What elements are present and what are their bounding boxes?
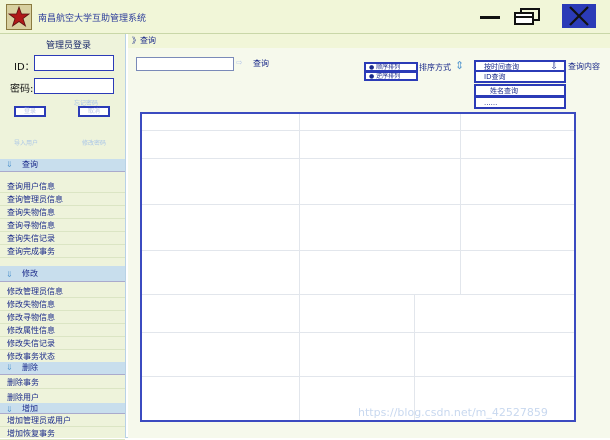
- sidebar-item-modify-lost[interactable]: 修改失物信息: [0, 298, 125, 311]
- sidebar-item-query-admins[interactable]: 查询管理员信息: [0, 193, 125, 206]
- table-grid-line: [142, 158, 574, 159]
- section-modify[interactable]: ⇓ 修改: [0, 266, 125, 282]
- title-bar: 南昌航空大学互助管理系统: [0, 0, 610, 34]
- table-grid-line: [142, 294, 574, 295]
- section-add[interactable]: ⇓ 增加: [0, 403, 125, 414]
- sidebar-item-query-users[interactable]: 查询用户信息: [0, 180, 125, 193]
- section-add-label: 增加: [22, 404, 38, 413]
- table-grid-line: [414, 294, 415, 420]
- sidebar-item-query-seek[interactable]: 查询寻物信息: [0, 219, 125, 232]
- password-label: 密码:: [10, 84, 34, 95]
- search-link[interactable]: 查询: [253, 58, 269, 69]
- window-title: 南昌航空大学互助管理系统: [38, 14, 147, 24]
- id-input[interactable]: [34, 55, 114, 71]
- sidebar-item-query-lost[interactable]: 查询失物信息: [0, 206, 125, 219]
- login-button[interactable]: 登录: [14, 106, 46, 117]
- down-arrow-icon: ⇓: [6, 160, 13, 169]
- table-grid-line: [142, 332, 574, 333]
- search-input[interactable]: [136, 57, 234, 71]
- dropdown-option-more[interactable]: ......: [474, 96, 566, 109]
- down-arrow-icon: ⇓: [6, 363, 13, 372]
- change-password-link[interactable]: 修改密码: [82, 138, 106, 147]
- section-query[interactable]: ⇓ 查询: [0, 159, 125, 172]
- minimize-button[interactable]: [478, 4, 502, 28]
- section-delete[interactable]: ⇓ 删除: [0, 362, 125, 375]
- sidebar-item-modify-attr[interactable]: 修改属性信息: [0, 324, 125, 337]
- dropdown-option-id[interactable]: ID查询: [474, 70, 566, 83]
- sidebar-item-query-dishonest[interactable]: 查询失信记录: [0, 232, 125, 245]
- table-grid-line: [299, 294, 300, 420]
- section-modify-label: 修改: [22, 269, 38, 278]
- arrow-right-icon: ⇨: [236, 58, 243, 67]
- sidebar-item-modify-admin[interactable]: 修改管理员信息: [0, 285, 125, 298]
- login-title: 管理员登录: [46, 41, 92, 51]
- section-delete-label: 删除: [22, 363, 38, 372]
- sidebar-item-delete-task[interactable]: 删除事务: [0, 376, 125, 389]
- result-table: [140, 112, 576, 422]
- sidebar-item-modify-dishonest[interactable]: 修改失信记录: [0, 337, 125, 350]
- close-icon: [569, 6, 589, 26]
- breadcrumb: 》查询: [128, 34, 610, 48]
- sort-descending-option[interactable]: ● 逆序排列: [364, 71, 418, 81]
- sidebar-item-add-user[interactable]: 增加管理员或用户: [0, 414, 125, 427]
- table-grid-line: [142, 130, 574, 131]
- sort-descending-label: 逆序排列: [376, 73, 401, 80]
- sort-label: 排序方式: [419, 63, 451, 72]
- close-button[interactable]: [562, 4, 596, 28]
- watermark: https://blog.csdn.net/m_42527859: [358, 406, 548, 419]
- sidebar: 管理员登录 ID： 密码: 忘记密码 登录 取消 导入用户 修改密码 ⇓ 查询 …: [0, 34, 126, 440]
- restore-button[interactable]: [510, 4, 544, 28]
- sort-ascending-label: 顺序排列: [376, 64, 401, 71]
- sidebar-item-modify-seek[interactable]: 修改寻物信息: [0, 311, 125, 324]
- sort-arrow-icon: ⇕: [455, 59, 465, 72]
- password-input[interactable]: [34, 78, 114, 94]
- sidebar-item-query-completed[interactable]: 查询完成事务: [0, 245, 125, 258]
- sidebar-item-add-restore[interactable]: 增加恢复事务: [0, 427, 125, 440]
- table-grid-line: [142, 376, 574, 377]
- table-grid-line: [142, 204, 574, 205]
- section-query-label: 查询: [22, 160, 38, 169]
- query-content-label: 查询内容: [568, 62, 600, 71]
- table-grid-line: [142, 250, 574, 251]
- import-users-link[interactable]: 导入用户: [14, 138, 38, 147]
- cancel-button[interactable]: 取消: [78, 106, 110, 117]
- id-label: ID：: [14, 62, 35, 73]
- app-logo-icon: [6, 4, 32, 30]
- down-arrow-icon: ⇓: [6, 270, 13, 279]
